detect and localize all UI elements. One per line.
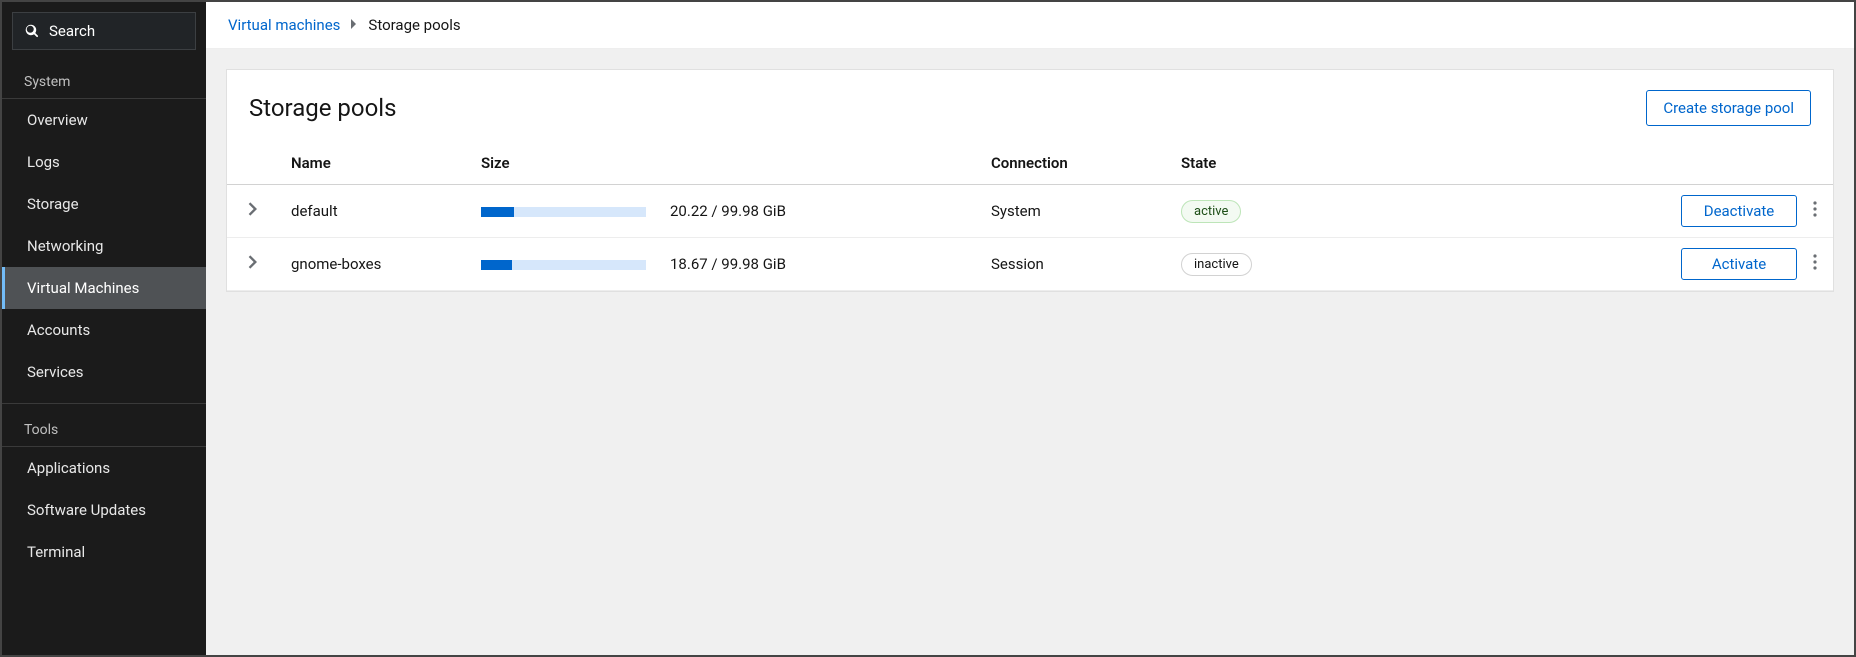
sidebar-item-virtual-machines[interactable]: Virtual Machines xyxy=(2,267,206,309)
size-text: 20.22 / 99.98 GiB xyxy=(670,202,786,220)
create-storage-pool-button[interactable]: Create storage pool xyxy=(1646,90,1811,126)
sidebar-item-services[interactable]: Services xyxy=(2,351,206,393)
search-label: Search xyxy=(49,22,95,40)
breadcrumb: Virtual machines Storage pools xyxy=(206,2,1854,49)
expand-row-button[interactable] xyxy=(242,249,264,279)
size-progress-bar xyxy=(481,207,646,217)
kebab-icon xyxy=(1813,201,1817,217)
size-text: 18.67 / 99.98 GiB xyxy=(670,255,786,273)
search-input[interactable]: Search xyxy=(12,12,196,50)
table-row: default 20.22 / 99.98 GiB System active Deac… xyxy=(227,185,1833,238)
storage-pools-card: Storage pools Create storage pool Name S… xyxy=(226,69,1834,292)
main-content: Virtual machines Storage pools Storage p… xyxy=(206,2,1854,655)
chevron-right-icon xyxy=(248,255,258,269)
page-title: Storage pools xyxy=(249,94,397,122)
pool-name: gnome-boxes xyxy=(279,238,469,291)
col-header-name: Name xyxy=(279,144,469,185)
sidebar-item-logs[interactable]: Logs xyxy=(2,141,206,183)
sidebar-item-accounts[interactable]: Accounts xyxy=(2,309,206,351)
activate-button[interactable]: Activate xyxy=(1681,248,1797,280)
breadcrumb-current: Storage pools xyxy=(368,16,460,34)
pool-connection: System xyxy=(979,185,1169,238)
col-header-size: Size xyxy=(469,144,979,185)
chevron-right-icon xyxy=(350,16,358,34)
chevron-right-icon xyxy=(248,202,258,216)
col-header-state: State xyxy=(1169,144,1379,185)
row-menu-button[interactable] xyxy=(1807,248,1823,280)
sidebar-item-storage[interactable]: Storage xyxy=(2,183,206,225)
nav-section-label: Tools xyxy=(2,404,206,447)
pool-name: default xyxy=(279,185,469,238)
expand-row-button[interactable] xyxy=(242,196,264,226)
kebab-icon xyxy=(1813,254,1817,270)
sidebar: Search SystemOverviewLogsStorageNetworki… xyxy=(2,2,206,655)
search-icon xyxy=(25,24,39,38)
status-badge: inactive xyxy=(1181,253,1252,276)
sidebar-item-applications[interactable]: Applications xyxy=(2,447,206,489)
table-row: gnome-boxes 18.67 / 99.98 GiB Session inact… xyxy=(227,238,1833,291)
pool-connection: Session xyxy=(979,238,1169,291)
nav-section-label: System xyxy=(2,56,206,99)
sidebar-item-software-updates[interactable]: Software Updates xyxy=(2,489,206,531)
col-header-connection: Connection xyxy=(979,144,1169,185)
sidebar-item-overview[interactable]: Overview xyxy=(2,99,206,141)
storage-pools-table: Name Size Connection State default 20.22 … xyxy=(227,144,1833,291)
size-progress-bar xyxy=(481,260,646,270)
deactivate-button[interactable]: Deactivate xyxy=(1681,195,1797,227)
status-badge: active xyxy=(1181,200,1241,223)
breadcrumb-parent-link[interactable]: Virtual machines xyxy=(228,16,340,34)
sidebar-item-networking[interactable]: Networking xyxy=(2,225,206,267)
row-menu-button[interactable] xyxy=(1807,195,1823,227)
sidebar-item-terminal[interactable]: Terminal xyxy=(2,531,206,573)
